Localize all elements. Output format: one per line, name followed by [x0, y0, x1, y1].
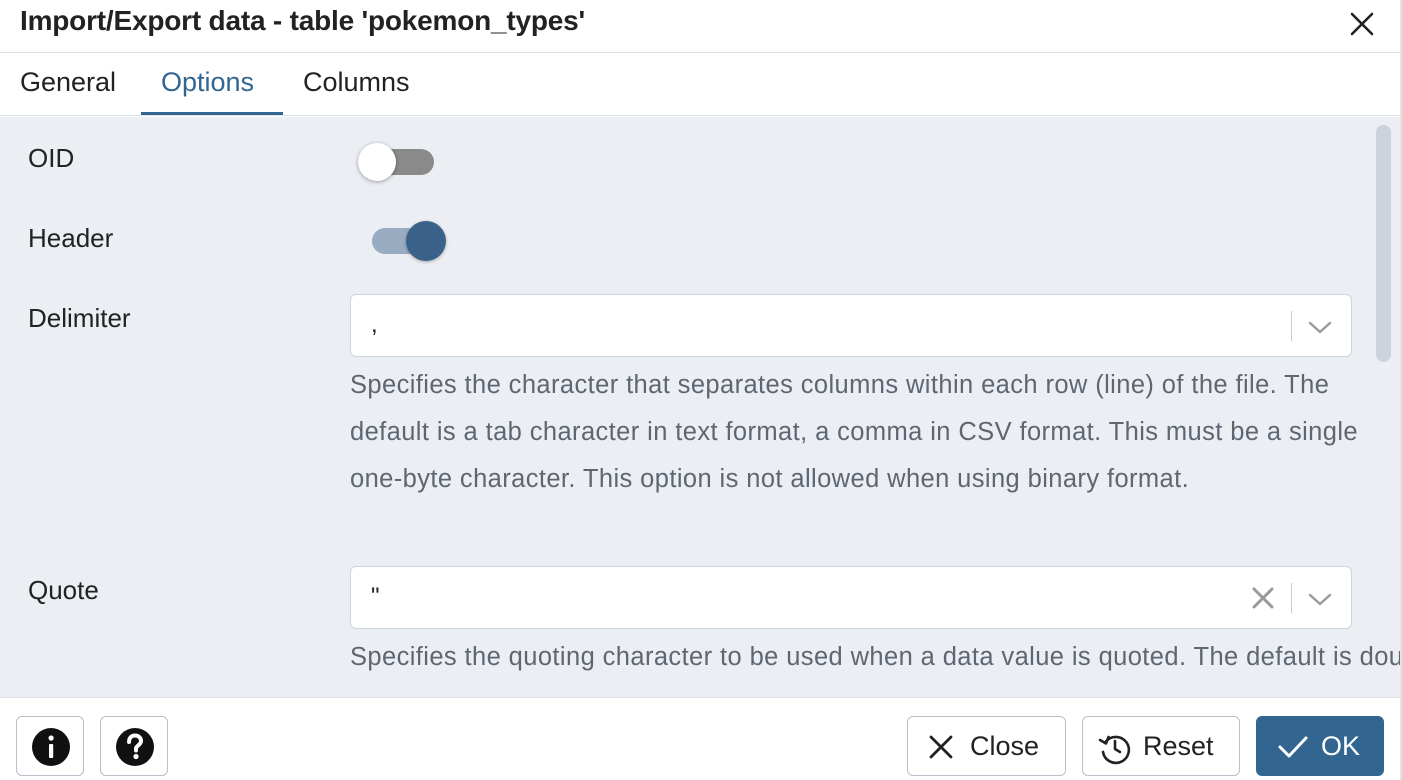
quote-value: " — [371, 583, 380, 610]
close-button[interactable]: Close — [907, 716, 1066, 776]
tab-columns[interactable]: Columns — [303, 67, 410, 98]
options-panel: OID Header Delimiter , Specifies the cha… — [0, 117, 1400, 697]
quote-select[interactable]: " — [350, 566, 1352, 629]
dialog-title: Import/Export data - table 'pokemon_type… — [20, 5, 586, 36]
tab-general[interactable]: General — [20, 67, 116, 98]
chevron-down-icon[interactable] — [1305, 312, 1335, 342]
delimiter-label: Delimiter — [28, 303, 131, 333]
close-icon — [929, 735, 953, 759]
quote-help-text: Specifies the quoting character to be us… — [350, 643, 1400, 671]
select-divider — [1291, 311, 1292, 341]
active-tab-indicator — [141, 112, 283, 115]
ok-button-label: OK — [1321, 731, 1361, 761]
close-button-label: Close — [970, 731, 1040, 761]
oid-toggle-knob — [358, 143, 396, 181]
dialog-titlebar: Import/Export data - table 'pokemon_type… — [0, 0, 1400, 53]
check-icon — [1278, 736, 1308, 758]
reset-icon — [1098, 735, 1131, 765]
quote-label: Quote — [28, 575, 99, 605]
delimiter-select[interactable]: , — [350, 294, 1352, 357]
import-export-dialog: Import/Export data - table 'pokemon_type… — [0, 0, 1400, 780]
select-divider — [1291, 583, 1292, 613]
question-icon — [116, 728, 154, 766]
info-button[interactable] — [16, 716, 84, 776]
ok-button[interactable]: OK — [1256, 716, 1384, 776]
header-toggle[interactable] — [372, 219, 448, 263]
header-toggle-knob — [406, 221, 446, 261]
close-icon[interactable] — [1344, 6, 1380, 42]
oid-label: OID — [28, 143, 75, 173]
tab-options[interactable]: Options — [161, 67, 254, 98]
oid-toggle[interactable] — [358, 141, 436, 183]
header-label: Header — [28, 223, 114, 253]
delimiter-help-text: Specifies the character that separates c… — [350, 371, 1358, 493]
dialog-footer: Close Reset OK — [0, 697, 1400, 780]
chevron-down-icon[interactable] — [1305, 584, 1335, 614]
clear-icon[interactable] — [1249, 584, 1277, 612]
vertical-scrollbar[interactable] — [1376, 125, 1391, 362]
delimiter-value: , — [371, 311, 378, 338]
reset-button[interactable]: Reset — [1082, 716, 1240, 776]
reset-button-label: Reset — [1143, 731, 1214, 761]
info-icon — [32, 728, 70, 766]
help-button[interactable] — [100, 716, 168, 776]
tab-bar: General Options Columns — [0, 53, 1400, 116]
